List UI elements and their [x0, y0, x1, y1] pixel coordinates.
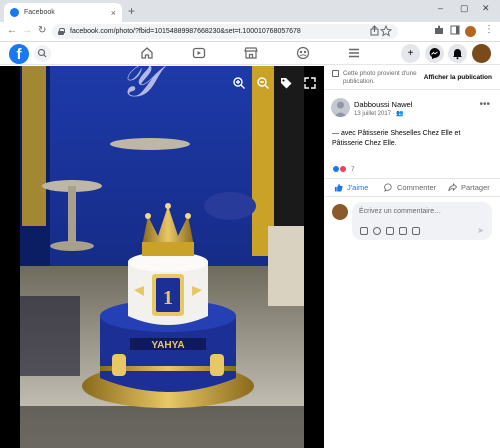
comment-button[interactable]: Commenter	[384, 183, 436, 192]
share-arrow-icon	[448, 183, 457, 192]
send-icon[interactable]: ➤	[477, 226, 484, 235]
address-bar-row: ← → ↻ facebook.com/photo/?fbid=101548899…	[0, 22, 500, 42]
omnibox-actions	[370, 25, 392, 37]
reload-button[interactable]: ↻	[38, 25, 46, 36]
facebook-favicon-icon	[10, 8, 19, 17]
commenter-avatar	[332, 204, 348, 220]
author-name[interactable]: Dabboussi Nawel	[354, 100, 412, 109]
comment-input-box[interactable]: Écrivez un commentaire… ➤	[352, 202, 492, 240]
back-button[interactable]: ←	[7, 25, 17, 36]
tab-close-icon[interactable]: ×	[111, 8, 116, 18]
create-plus-icon[interactable]: +	[401, 44, 420, 63]
tab-title: Facebook	[24, 9, 55, 16]
post-date[interactable]: 13 juillet 2017 · 👥	[354, 110, 404, 117]
share-page-icon[interactable]	[370, 25, 392, 37]
from-post-notice: Cette photo provient d'une publication. …	[324, 66, 500, 90]
new-tab-button[interactable]: +	[128, 4, 135, 18]
minimize-icon[interactable]: –	[438, 3, 443, 13]
more-options-icon[interactable]: •••	[479, 99, 490, 110]
comment-input[interactable]: Écrivez un commentaire…	[359, 208, 441, 215]
menu-hamburger-icon[interactable]	[347, 46, 361, 60]
profile-avatar[interactable]	[465, 26, 476, 37]
maximize-icon[interactable]: ▢	[460, 3, 469, 14]
avatar-sticker-icon[interactable]	[360, 227, 368, 235]
thumbs-up-icon	[334, 183, 343, 192]
comment-label: Commenter	[397, 183, 437, 192]
comment-bubble-icon	[384, 183, 392, 192]
close-window-icon[interactable]: ✕	[482, 3, 490, 14]
post-date-text: 13 juillet 2017 ·	[354, 111, 395, 117]
post-side-panel: Cette photo provient d'une publication. …	[324, 66, 500, 448]
home-icon[interactable]	[140, 46, 154, 60]
facebook-header: f +	[0, 42, 500, 65]
url-omnibox[interactable]: facebook.com/photo/?fbid=101548899876682…	[52, 24, 398, 39]
audience-friends-icon: 👥	[396, 111, 404, 117]
share-button[interactable]: Partager	[448, 183, 490, 192]
emoji-icon[interactable]	[373, 227, 381, 235]
reaction-count: 7	[351, 165, 355, 173]
messenger-icon[interactable]	[425, 44, 444, 63]
facebook-logo-icon[interactable]: f	[9, 44, 29, 64]
browser-menu-icon[interactable]: ⋮	[484, 24, 494, 35]
camera-icon[interactable]	[386, 227, 394, 235]
search-icon[interactable]	[34, 45, 51, 62]
notice-text: Cette photo provient d'une publication.	[343, 70, 417, 85]
post-actions-bar: J'aime Commenter Partager	[324, 178, 500, 197]
tag-icon[interactable]	[279, 76, 293, 90]
sticker-icon[interactable]	[412, 227, 420, 235]
post-caption: — avec Pâtisserie Sheselles Chez Elle et…	[332, 130, 461, 147]
cake-name-text: YAHYA	[151, 340, 184, 351]
marketplace-icon[interactable]	[244, 46, 258, 60]
groups-icon[interactable]	[296, 46, 310, 60]
notifications-bell-icon[interactable]	[448, 44, 467, 63]
browser-tab-strip: Facebook × + – ▢ ✕	[0, 0, 500, 22]
cake-photo[interactable]: 𝒴 YAHYA 1	[20, 66, 304, 448]
url-text: facebook.com/photo/?fbid=101548899876682…	[70, 28, 301, 35]
zoom-in-icon[interactable]	[232, 76, 246, 90]
love-reaction-icon	[339, 165, 347, 173]
browser-tab[interactable]: Facebook ×	[4, 3, 122, 22]
account-avatar[interactable]	[472, 44, 491, 63]
side-panel-icon[interactable]	[450, 25, 460, 35]
author-avatar[interactable]	[331, 98, 350, 117]
extensions-puzzle-icon[interactable]	[434, 25, 444, 35]
cake-number-text: 1	[163, 287, 173, 309]
gif-icon[interactable]	[399, 227, 407, 235]
lock-icon	[58, 28, 65, 35]
fullscreen-icon[interactable]	[303, 76, 317, 90]
watch-video-icon[interactable]	[192, 46, 206, 60]
share-label: Partager	[461, 183, 490, 192]
view-post-link[interactable]: Afficher la publication	[424, 74, 492, 81]
reactions-summary[interactable]: 7	[332, 164, 355, 174]
photo-viewer: 𝒴 YAHYA 1	[0, 66, 324, 448]
like-button[interactable]: J'aime	[334, 183, 368, 192]
like-label: J'aime	[347, 183, 369, 192]
forward-button[interactable]: →	[22, 25, 32, 36]
photo-info-icon	[332, 70, 339, 77]
zoom-out-icon[interactable]	[256, 76, 270, 90]
